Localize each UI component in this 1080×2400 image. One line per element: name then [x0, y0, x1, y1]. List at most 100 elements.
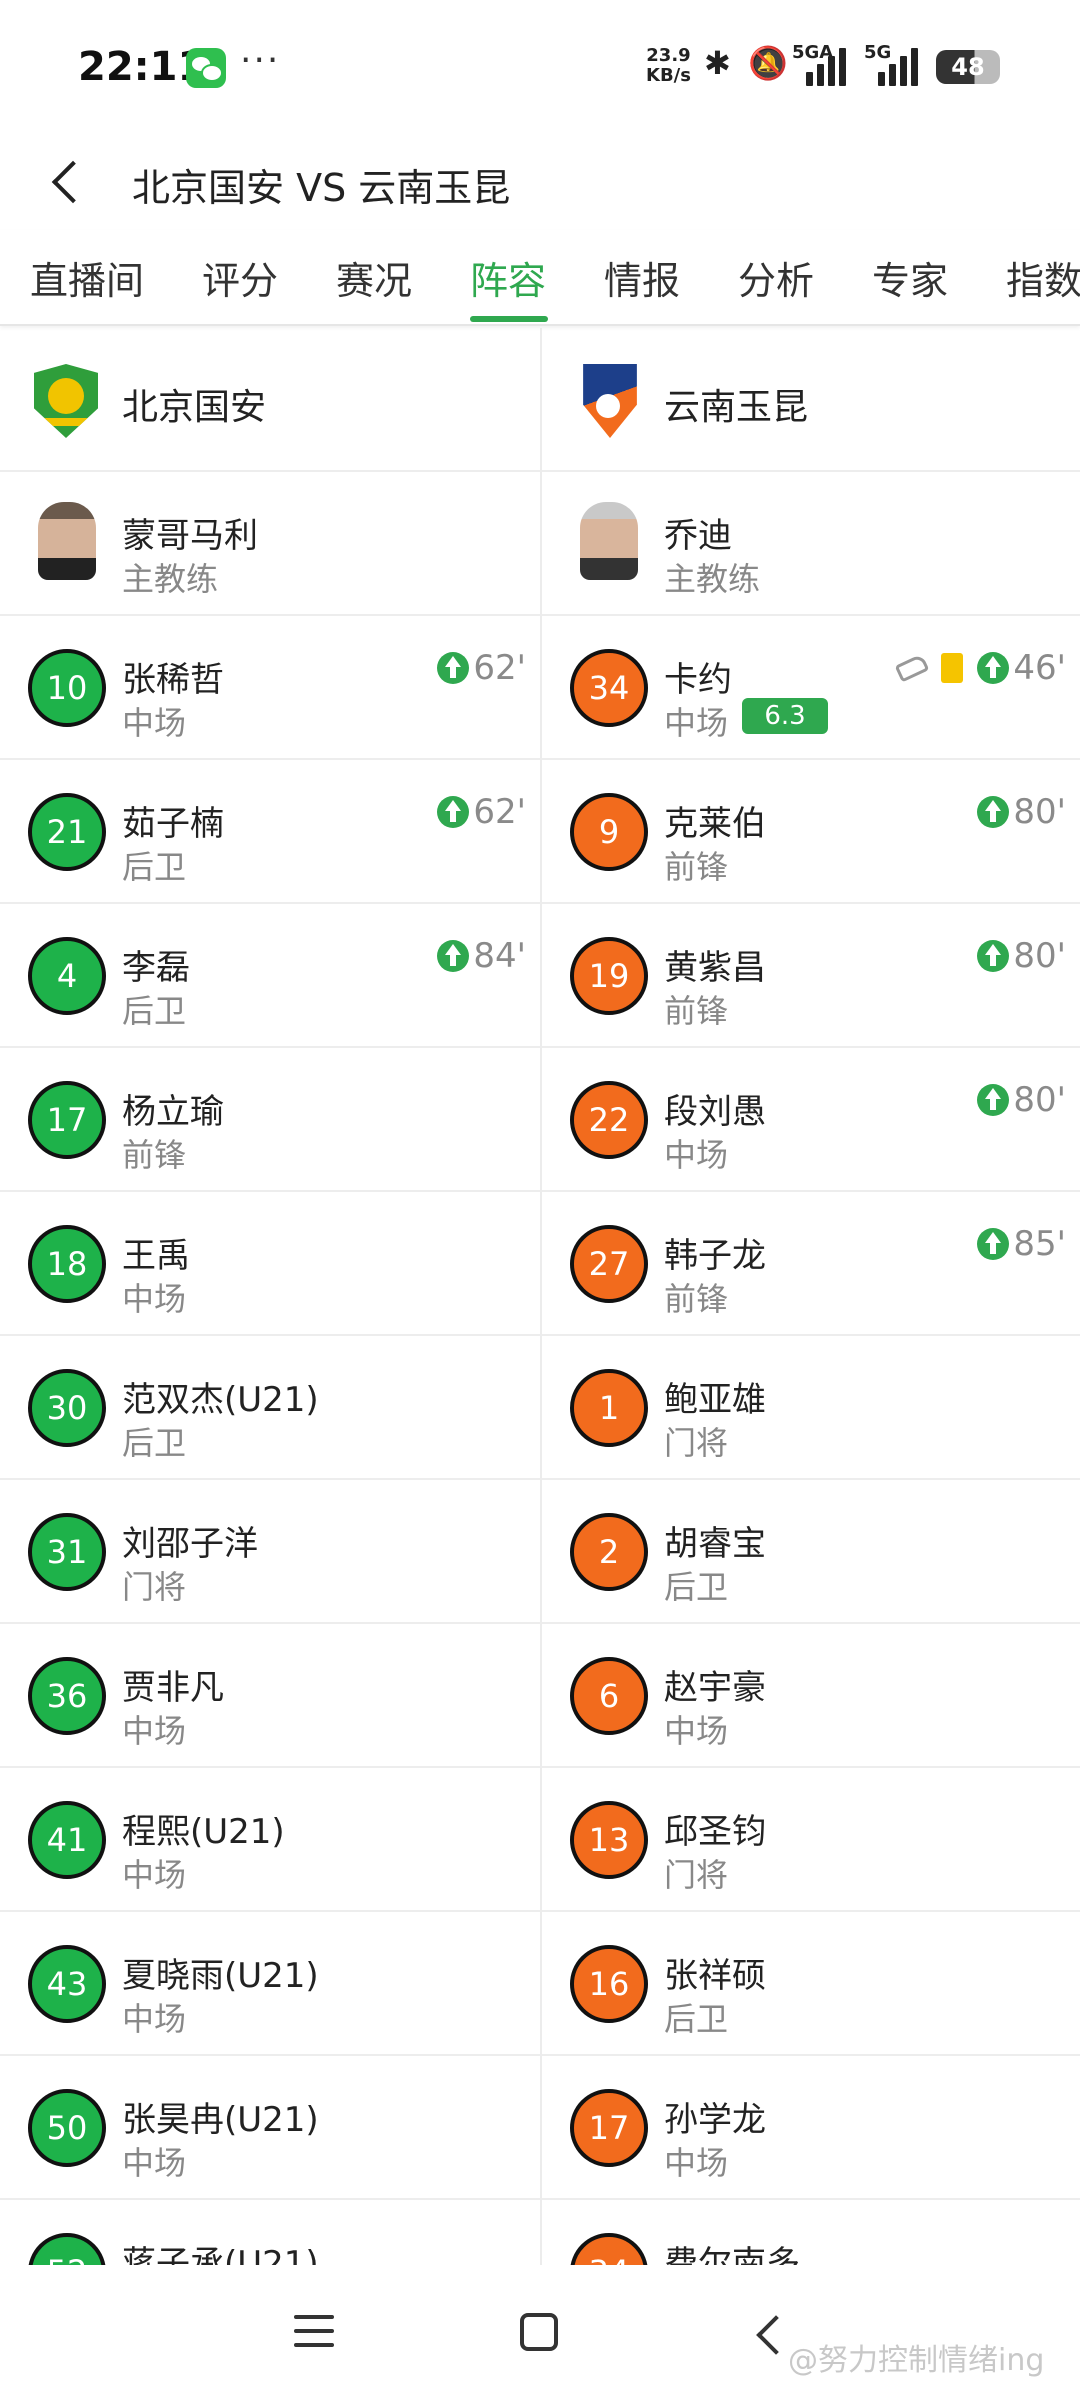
sub-in-arrow-icon	[437, 796, 470, 828]
player-position: 前锋	[664, 992, 729, 1030]
player-row[interactable]: 6 赵宇豪 中场	[542, 1624, 1080, 1768]
lineup-panel[interactable]: 北京国安 蒙哥马利 主教练 10 张稀哲 中场 62' 21 茹子楠 后卫 62' 4 李磊 后卫 8…	[0, 328, 1080, 2265]
tab-rating[interactable]: 评分	[202, 250, 278, 305]
player-name: 韩子龙	[664, 1236, 766, 1276]
player-position: 后卫	[664, 1568, 729, 1606]
sub-minute: 46'	[1013, 648, 1066, 688]
player-position: 中场	[122, 1280, 187, 1318]
player-row[interactable]: 16 张祥硕后卫	[542, 1912, 1080, 2056]
player-row[interactable]: 10 张稀哲 中场 62'	[0, 616, 540, 760]
player-position: 中场	[122, 704, 187, 742]
battery-icon: 48	[936, 50, 1000, 84]
player-position: 中场	[664, 1136, 729, 1174]
tab-match-status[interactable]: 赛况	[336, 250, 412, 305]
substitution-info: 80'	[977, 1080, 1066, 1120]
recents-menu-icon[interactable]	[294, 2315, 334, 2351]
substitution-info: 85'	[977, 1224, 1066, 1264]
boot-icon	[894, 653, 930, 683]
tab-live-room[interactable]: 直播间	[30, 250, 144, 305]
jersey-number: 27	[570, 1225, 648, 1303]
sub-minute: 80'	[1013, 936, 1066, 976]
player-row[interactable]: 1 鲍亚雄 门将	[542, 1336, 1080, 1480]
player-position: 门将	[122, 1568, 187, 1606]
player-row[interactable]: 36 贾非凡 中场	[0, 1624, 540, 1768]
home-team-row: 北京国安	[0, 328, 540, 472]
tab-analysis[interactable]: 分析	[738, 250, 814, 305]
player-name: 邱圣钧	[664, 1812, 766, 1852]
away-column: 云南玉昆 乔迪 主教练 34 卡约 中场 6.3 46' 9 克莱伯 前锋 80' 19 黄紫昌 前锋…	[540, 328, 1080, 2265]
substitution-info: 80'	[977, 936, 1066, 976]
jersey-number: 6	[570, 1657, 648, 1735]
player-position: 中场	[664, 1712, 729, 1750]
jersey-number: 36	[28, 1657, 106, 1735]
player-row[interactable]: 27 韩子龙 前锋 85'	[542, 1192, 1080, 1336]
jersey-number: 34	[570, 649, 648, 727]
sub-minute: 62'	[473, 792, 526, 832]
substitution-info: 62'	[437, 648, 526, 688]
jersey-number: 16	[570, 1945, 648, 2023]
player-row[interactable]: 21 茹子楠 后卫 62'	[0, 760, 540, 904]
tab-experts[interactable]: 专家	[872, 250, 948, 305]
player-row[interactable]: 17 杨立瑜 前锋	[0, 1048, 540, 1192]
coach-name: 蒙哥马利	[122, 516, 258, 556]
player-row[interactable]: 22 段刘愚 中场 80'	[542, 1048, 1080, 1192]
player-row[interactable]: 30 范双杰(U21) 后卫	[0, 1336, 540, 1480]
home-square-icon[interactable]	[520, 2313, 558, 2351]
back-arrow-icon[interactable]	[48, 159, 84, 207]
sub-minute: 62'	[473, 648, 526, 688]
player-position: 后卫	[122, 1424, 187, 1462]
player-position: 前锋	[122, 1136, 187, 1174]
sub-minute: 85'	[1013, 1224, 1066, 1264]
jersey-number: 43	[28, 1945, 106, 2023]
home-coach-row[interactable]: 蒙哥马利 主教练	[0, 472, 540, 616]
player-name: 鲍亚雄	[664, 1380, 766, 1420]
player-name: 茹子楠	[122, 804, 224, 844]
player-row[interactable]: 41 程熙(U21) 中场	[0, 1768, 540, 1912]
substitution-info: 80'	[977, 792, 1066, 832]
jersey-number: 9	[570, 793, 648, 871]
player-row[interactable]: 50 张昊冉(U21) 中场	[0, 2056, 540, 2200]
jersey-number: 4	[28, 937, 106, 1015]
player-name: 刘邵子洋	[122, 1524, 258, 1564]
player-position: 中场	[122, 2000, 187, 2038]
jersey-number: 19	[570, 937, 648, 1015]
sub-in-arrow-icon	[437, 940, 470, 972]
player-row[interactable]: 13 邱圣钧 门将	[542, 1768, 1080, 1912]
player-row[interactable]: 9 克莱伯 前锋 80'	[542, 760, 1080, 904]
player-name: 贾非凡	[122, 1668, 224, 1708]
tab-lineup[interactable]: 阵容	[470, 250, 546, 305]
home-team-name: 北京国安	[122, 387, 267, 428]
player-position: 中场	[664, 704, 729, 742]
nav-back-icon[interactable]	[752, 2315, 782, 2353]
player-row[interactable]: 43 夏晓雨(U21) 中场	[0, 1912, 540, 2056]
header: 北京国安 VS 云南玉昆	[0, 135, 1080, 230]
player-row[interactable]: 2 胡睿宝 后卫	[542, 1480, 1080, 1624]
substitution-info: 46'	[894, 648, 1066, 688]
away-team-name: 云南玉昆	[664, 387, 809, 428]
network-speed-value: 23.9	[646, 45, 691, 66]
player-name: 张祥硕	[664, 1956, 766, 1996]
player-row[interactable]: 4 李磊 后卫 84'	[0, 904, 540, 1048]
player-row[interactable]: 19 黄紫昌 前锋 80'	[542, 904, 1080, 1048]
player-name: 王禹	[122, 1236, 190, 1276]
player-name: 蒋子承(U21)	[122, 2244, 319, 2265]
player-row[interactable]: 18 王禹中场	[0, 1192, 540, 1336]
player-row[interactable]: 52 蒋子承(U21)	[0, 2200, 540, 2265]
player-row[interactable]: 34 卡约 中场 6.3 46'	[542, 616, 1080, 760]
tab-bar: 直播间 评分 赛况 阵容 情报 分析 专家 指数	[0, 230, 1080, 326]
jersey-number: 17	[570, 2089, 648, 2167]
tab-intel[interactable]: 情报	[604, 250, 680, 305]
jersey-number: 52	[28, 2233, 106, 2265]
player-row[interactable]: 17 孙学龙 中场	[542, 2056, 1080, 2200]
player-name: 胡睿宝	[664, 1524, 766, 1564]
mute-bell-icon: 🔕	[748, 44, 788, 82]
jersey-number: 50	[28, 2089, 106, 2167]
jersey-number: 18	[28, 1225, 106, 1303]
jersey-number: 13	[570, 1801, 648, 1879]
player-position: 后卫	[664, 2000, 729, 2038]
player-row[interactable]: 31 刘邵子洋 门将	[0, 1480, 540, 1624]
tab-odds[interactable]: 指数	[1006, 250, 1080, 305]
away-coach-row[interactable]: 乔迪 主教练	[542, 472, 1080, 616]
jersey-number: 41	[28, 1801, 106, 1879]
player-row[interactable]: 34 费尔南多	[542, 2200, 1080, 2265]
